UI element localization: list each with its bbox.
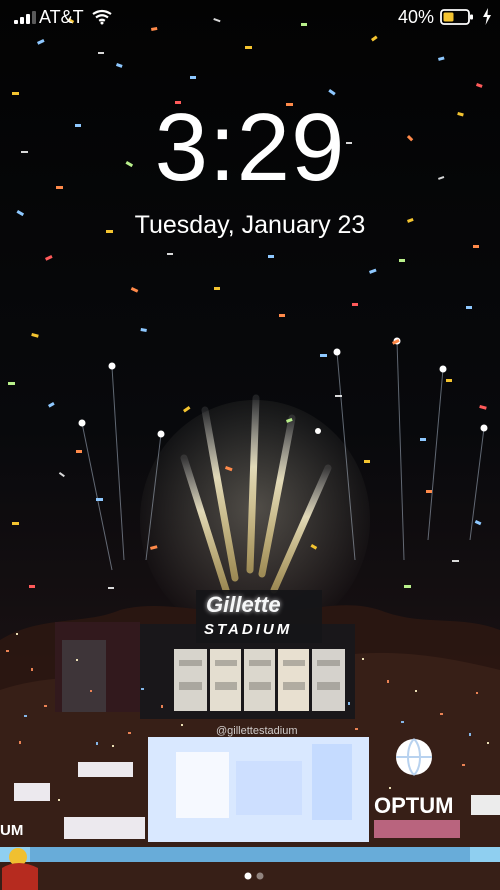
optum-sign: OPTUM [374, 793, 454, 818]
battery-icon [440, 9, 473, 25]
scoreboard-panels [174, 649, 345, 711]
lock-screen-time: 3:29 [154, 94, 346, 201]
carrier-label: AT&T [39, 7, 84, 27]
wifi-icon [92, 9, 112, 25]
left-pillar-face [62, 640, 106, 712]
battery-percent: 40% [398, 7, 435, 27]
page-dot-inactive [256, 872, 264, 880]
status-bar: AT&T 40% [0, 0, 500, 34]
corner-sign: UM [0, 822, 24, 839]
charging-bolt-icon [483, 8, 491, 25]
page-dot-active [244, 872, 252, 880]
stadium-sign: STADIUM [204, 621, 293, 638]
lock-screen-date: Tuesday, January 23 [134, 211, 366, 239]
stadium-handle-sign: @gillettestadium [216, 725, 298, 737]
gillette-sign: Gillette [206, 592, 281, 617]
lock-screen: AT&T 40% 3:29 Tuesday, January 23 Gillet… [0, 0, 500, 890]
signal-icon [14, 11, 40, 24]
page-indicator [244, 872, 264, 880]
